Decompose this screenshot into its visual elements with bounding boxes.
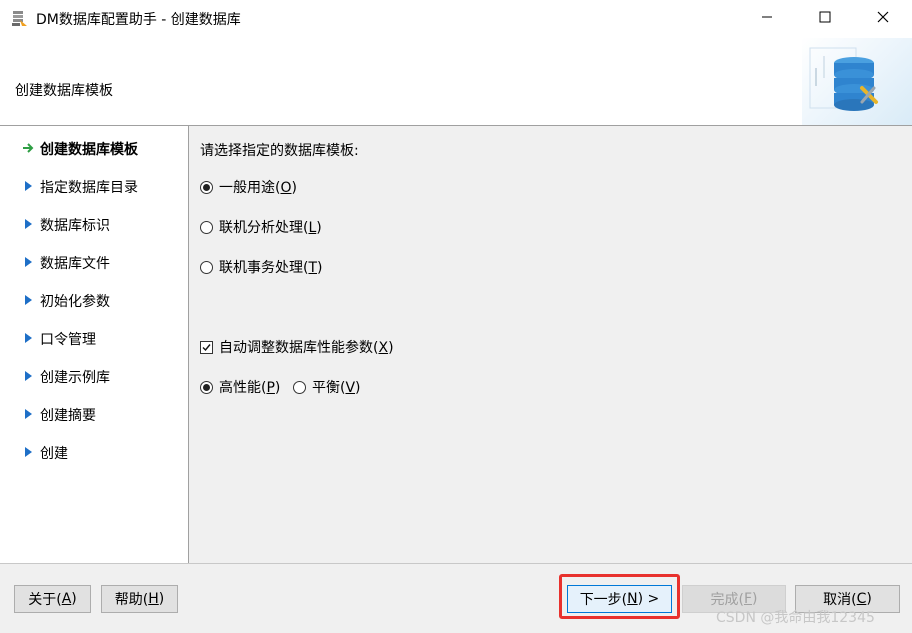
- radio-label: 联机分析处理(L): [219, 220, 322, 236]
- triangle-right-icon: [22, 408, 34, 420]
- sidebar-item-label: 创建示例库: [40, 370, 110, 386]
- triangle-right-icon: [22, 180, 34, 192]
- triangle-right-icon: [22, 446, 34, 458]
- radio-olap[interactable]: 联机分析处理(L): [200, 217, 322, 237]
- sidebar-item-label: 创建数据库模板: [40, 142, 138, 158]
- triangle-right-icon: [22, 332, 34, 344]
- radio-label: 联机事务处理(T): [219, 260, 323, 276]
- checkmark-icon: [202, 343, 211, 351]
- sidebar-item-password[interactable]: 口令管理: [0, 323, 188, 353]
- watermark: CSDN @我命由我12345: [716, 610, 875, 626]
- maximize-icon: [819, 11, 831, 27]
- app-icon: [11, 10, 28, 27]
- title-bar: DM数据库配置助手 - 创建数据库: [0, 0, 912, 38]
- sidebar-item-summary[interactable]: 创建摘要: [0, 399, 188, 429]
- sidebar-item-label: 创建: [40, 446, 68, 462]
- triangle-right-icon: [22, 256, 34, 268]
- help-button[interactable]: 帮助(H): [101, 585, 178, 613]
- radio-label: 一般用途(O): [219, 180, 297, 196]
- header-banner: [802, 38, 912, 125]
- radio-button[interactable]: [200, 260, 213, 274]
- sidebar-item-init-params[interactable]: 初始化参数: [0, 285, 188, 315]
- maximize-button[interactable]: [796, 0, 854, 38]
- arrow-right-icon: [22, 142, 34, 154]
- radio-balanced[interactable]: 平衡(V): [293, 377, 361, 397]
- auto-tune-checkbox[interactable]: [200, 340, 213, 354]
- radio-label: 高性能(P): [219, 380, 281, 396]
- radio-general-purpose[interactable]: 一般用途(O): [200, 177, 297, 197]
- minimize-button[interactable]: [738, 0, 796, 38]
- triangle-right-icon: [22, 218, 34, 230]
- wizard-steps-sidebar: 创建数据库模板 指定数据库目录 数据库标识 数据库文件 初始化参数 口令管理 创…: [0, 126, 189, 563]
- triangle-right-icon: [22, 294, 34, 306]
- minimize-icon: [761, 11, 773, 27]
- page-title: 创建数据库模板: [15, 83, 113, 99]
- sidebar-item-sample-db[interactable]: 创建示例库: [0, 361, 188, 391]
- wizard-header: 创建数据库模板: [0, 38, 912, 126]
- template-prompt: 请选择指定的数据库模板:: [200, 143, 359, 159]
- radio-button[interactable]: [293, 380, 306, 394]
- template-panel: 请选择指定的数据库模板: 一般用途(O) 联机分析处理(L) 联机事务处理(T)…: [189, 126, 912, 563]
- radio-button[interactable]: [200, 380, 213, 394]
- sidebar-item-template[interactable]: 创建数据库模板: [0, 133, 188, 163]
- window-title: DM数据库配置助手 - 创建数据库: [36, 12, 241, 28]
- sidebar-item-label: 指定数据库目录: [40, 180, 138, 196]
- radio-label: 平衡(V): [312, 380, 361, 396]
- close-icon: [877, 11, 889, 27]
- about-button[interactable]: 关于(A): [14, 585, 91, 613]
- sidebar-item-create[interactable]: 创建: [0, 437, 188, 467]
- sidebar-item-files[interactable]: 数据库文件: [0, 247, 188, 277]
- checkbox-label: 自动调整数据库性能参数(X): [219, 340, 394, 356]
- sidebar-item-label: 创建摘要: [40, 408, 96, 424]
- next-button-highlight: [559, 574, 680, 619]
- triangle-right-icon: [22, 370, 34, 382]
- radio-button[interactable]: [200, 220, 213, 234]
- database-tools-icon: [809, 47, 878, 111]
- auto-tune-checkbox-row[interactable]: 自动调整数据库性能参数(X): [200, 337, 394, 357]
- sidebar-item-label: 口令管理: [40, 332, 96, 348]
- sidebar-item-label: 数据库文件: [40, 256, 110, 272]
- sidebar-item-label: 初始化参数: [40, 294, 110, 310]
- sidebar-item-label: 数据库标识: [40, 218, 110, 234]
- radio-button[interactable]: [200, 180, 213, 194]
- sidebar-item-identity[interactable]: 数据库标识: [0, 209, 188, 239]
- close-button[interactable]: [854, 0, 912, 38]
- sidebar-item-directory[interactable]: 指定数据库目录: [0, 171, 188, 201]
- radio-high-performance[interactable]: 高性能(P): [200, 377, 280, 397]
- radio-oltp[interactable]: 联机事务处理(T): [200, 257, 323, 277]
